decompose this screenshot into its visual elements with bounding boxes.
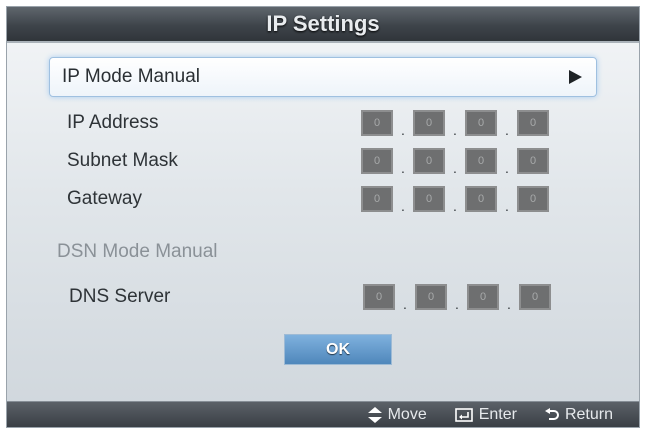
title-bar: IP Settings (7, 7, 639, 43)
subnet-mask-octet-2[interactable]: 0 (413, 148, 445, 174)
return-hint-label: Return (564, 405, 613, 423)
dns-server-octet-3[interactable]: 0 (467, 284, 499, 310)
gateway-octet-4[interactable]: 0 (517, 186, 549, 212)
octet-separator: . (401, 198, 405, 214)
octet-separator: . (401, 122, 405, 138)
octet-separator: . (505, 160, 509, 176)
octet-separator: . (403, 296, 407, 312)
subnet-mask-label: Subnet Mask (67, 150, 178, 171)
enter-hint-label: Enter (478, 405, 517, 423)
ip-settings-dialog: IP Settings IP Mode Manual IP Address 0 … (6, 6, 640, 428)
octet-separator: . (453, 122, 457, 138)
subnet-mask-octet-1[interactable]: 0 (361, 148, 393, 174)
dns-mode-label: DSN Mode Manual (57, 241, 218, 262)
dns-server-label: DNS Server (69, 286, 171, 307)
dns-server-row: DNS Server 0 . 0 . 0 . 0 (69, 282, 609, 312)
dns-server-octet-4[interactable]: 0 (519, 284, 551, 310)
gateway-field: 0 . 0 . 0 . 0 (361, 186, 549, 214)
ip-mode-selector[interactable]: IP Mode Manual (49, 57, 597, 97)
dialog-title: IP Settings (266, 11, 380, 36)
dns-server-octet-1[interactable]: 0 (363, 284, 395, 310)
dns-server-octet-2[interactable]: 0 (415, 284, 447, 310)
enter-icon (454, 407, 473, 422)
octet-separator: . (453, 198, 457, 214)
ok-button[interactable]: OK (284, 334, 392, 365)
octet-separator: . (453, 160, 457, 176)
move-hint-label: Move (387, 405, 427, 423)
return-hint: Return (544, 405, 613, 424)
gateway-octet-1[interactable]: 0 (361, 186, 393, 212)
gateway-label: Gateway (67, 188, 142, 209)
octet-separator: . (401, 160, 405, 176)
ip-address-row: IP Address 0 . 0 . 0 . 0 (67, 108, 607, 138)
ip-address-octet-1[interactable]: 0 (361, 110, 393, 136)
subnet-mask-octet-4[interactable]: 0 (517, 148, 549, 174)
gateway-octet-2[interactable]: 0 (413, 186, 445, 212)
subnet-mask-field: 0 . 0 . 0 . 0 (361, 148, 549, 176)
dns-server-field: 0 . 0 . 0 . 0 (363, 284, 551, 312)
move-hint: Move (367, 405, 427, 424)
octet-separator: . (505, 122, 509, 138)
footer-hint-bar: Move Enter Return (7, 401, 639, 427)
subnet-mask-octet-3[interactable]: 0 (465, 148, 497, 174)
enter-hint: Enter (454, 405, 517, 424)
gateway-row: Gateway 0 . 0 . 0 . 0 (67, 184, 607, 214)
gateway-octet-3[interactable]: 0 (465, 186, 497, 212)
ip-address-field: 0 . 0 . 0 . 0 (361, 110, 549, 138)
octet-separator: . (455, 296, 459, 312)
ip-mode-label: IP Mode Manual (62, 66, 201, 87)
ip-address-octet-4[interactable]: 0 (517, 110, 549, 136)
ip-address-octet-2[interactable]: 0 (413, 110, 445, 136)
return-arrow-icon (544, 407, 559, 422)
subnet-mask-row: Subnet Mask 0 . 0 . 0 . 0 (67, 146, 607, 176)
play-arrow-icon (569, 70, 582, 84)
octet-separator: . (507, 296, 511, 312)
octet-separator: . (505, 198, 509, 214)
ip-address-octet-3[interactable]: 0 (465, 110, 497, 136)
up-down-arrow-icon (367, 406, 382, 423)
ip-address-label: IP Address (67, 112, 159, 133)
